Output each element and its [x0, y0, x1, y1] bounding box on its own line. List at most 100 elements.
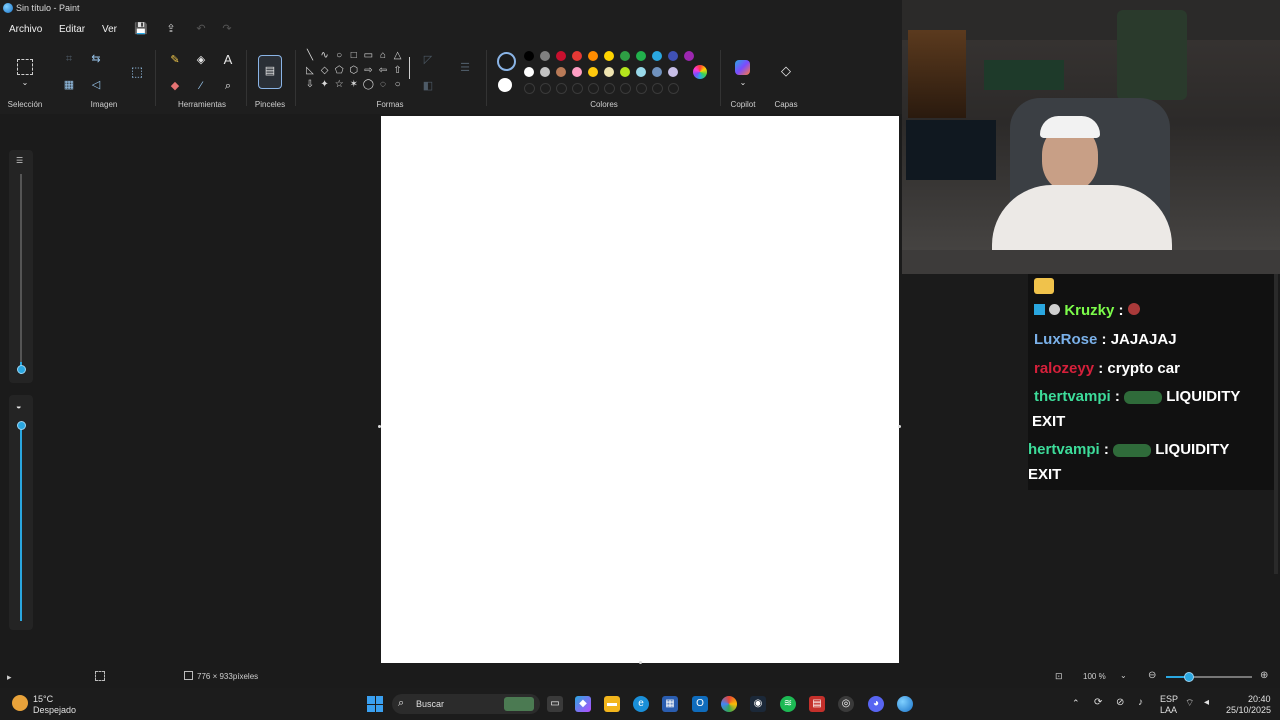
secondary-color-swatch[interactable]	[498, 78, 512, 92]
color-swatch[interactable]	[540, 51, 550, 61]
color-swatch[interactable]	[636, 51, 646, 61]
color-swatch[interactable]	[668, 67, 678, 77]
weather-icon[interactable]	[12, 695, 28, 711]
redo-icon[interactable]: ↷	[219, 21, 235, 37]
shape-option-icon[interactable]: ╲	[304, 50, 316, 62]
slider-thumb[interactable]	[17, 421, 26, 430]
color-swatch[interactable]	[604, 51, 614, 61]
layers-icon[interactable]: ◇	[778, 63, 794, 79]
color-swatch[interactable]	[652, 67, 662, 77]
chrome-icon[interactable]	[721, 696, 737, 712]
canvas-resize-handle-bottom[interactable]	[639, 661, 642, 664]
shape-option-icon[interactable]: ✶	[348, 79, 360, 91]
line-width-icon[interactable]: ☰	[457, 60, 473, 76]
shape-option-icon[interactable]: ▭	[362, 50, 374, 62]
crop-icon[interactable]: ⌗	[61, 51, 77, 67]
flip-icon[interactable]: ◁	[88, 77, 104, 93]
shape-option-icon[interactable]: ⇦	[377, 65, 389, 77]
canvas-resize-handle-left[interactable]	[378, 425, 381, 428]
menu-view[interactable]: Ver	[102, 24, 117, 35]
zoom-select[interactable]: 100 % ⌄	[1076, 668, 1136, 684]
custom-color-slot[interactable]	[556, 83, 567, 94]
custom-color-slot[interactable]	[668, 83, 679, 94]
zoom-slider-thumb[interactable]	[1183, 672, 1194, 682]
resize-icon[interactable]: ⇆	[88, 51, 104, 67]
custom-color-slot[interactable]	[572, 83, 583, 94]
color-swatch[interactable]	[524, 51, 534, 61]
color-swatch[interactable]	[572, 51, 582, 61]
custom-color-slot[interactable]	[588, 83, 599, 94]
color-picker-icon[interactable]: ⁄	[193, 78, 209, 94]
volume-icon[interactable]: ◂	[1204, 697, 1209, 708]
color-swatch[interactable]	[652, 51, 662, 61]
shape-option-icon[interactable]: △	[392, 50, 404, 62]
copilot-taskbar-icon[interactable]: ◆	[575, 696, 591, 712]
remove-background-icon[interactable]: ▦	[61, 77, 77, 93]
discord-icon[interactable]: ◕	[868, 696, 884, 712]
canvas-resize-handle-right[interactable]	[898, 425, 901, 428]
shape-option-icon[interactable]: ⌂	[377, 50, 389, 62]
task-view-icon[interactable]: ▭	[547, 696, 563, 712]
zoom-in-icon[interactable]: ⊕	[1260, 670, 1268, 681]
text-tool-icon[interactable]: A	[220, 52, 236, 68]
shape-option-icon[interactable]: ◇	[319, 65, 331, 77]
copilot-icon[interactable]	[735, 60, 750, 75]
zoom-slider[interactable]	[1166, 672, 1252, 682]
file-explorer-icon[interactable]: ▬	[604, 696, 620, 712]
undo-icon[interactable]: ↶	[193, 21, 209, 37]
menu-file[interactable]: Archivo	[9, 24, 42, 35]
opacity-slider[interactable]: ◒	[9, 395, 33, 630]
custom-color-slot[interactable]	[524, 83, 535, 94]
scrollbar[interactable]	[1274, 274, 1278, 574]
custom-color-slot[interactable]	[636, 83, 647, 94]
image-select-icon[interactable]: ⬚	[129, 64, 145, 80]
shape-option-icon[interactable]: ⬠	[333, 65, 345, 77]
brush-size-slider[interactable]: ☰	[9, 150, 33, 383]
edge-icon[interactable]: e	[633, 696, 649, 712]
spotify-icon[interactable]: ≋	[780, 696, 796, 712]
color-swatch[interactable]	[588, 51, 598, 61]
pencil-icon[interactable]: ✎	[167, 52, 183, 68]
shape-option-icon[interactable]: ☆	[333, 79, 345, 91]
custom-color-slot[interactable]	[540, 83, 551, 94]
menu-edit[interactable]: Editar	[59, 24, 85, 35]
paint-taskbar-icon[interactable]	[897, 696, 913, 712]
shape-fill-icon[interactable]: ◧	[420, 78, 436, 94]
primary-color-swatch[interactable]	[497, 52, 516, 71]
color-swatch[interactable]	[636, 67, 646, 77]
share-icon[interactable]: ⇪	[163, 21, 179, 37]
chevron-up-icon[interactable]: ⌃	[1072, 698, 1080, 709]
color-swatch[interactable]	[668, 51, 678, 61]
steam-icon[interactable]: ◉	[750, 696, 766, 712]
color-swatch[interactable]	[540, 67, 550, 77]
fit-to-window-icon[interactable]: ⊡	[1055, 671, 1063, 682]
color-swatch[interactable]	[556, 67, 566, 77]
shape-option-icon[interactable]: ○	[392, 79, 404, 91]
outlook-icon[interactable]: O	[692, 696, 708, 712]
color-swatch[interactable]	[572, 67, 582, 77]
shape-option-icon[interactable]: ◌	[377, 79, 389, 91]
shape-option-icon[interactable]: ⇩	[304, 79, 316, 91]
app-icon[interactable]: ▤	[809, 696, 825, 712]
shape-outline-icon[interactable]: ◸	[420, 52, 436, 68]
microphone-icon[interactable]: ♪	[1138, 697, 1143, 708]
drawing-canvas[interactable]	[381, 116, 899, 663]
clock-time[interactable]: 20:40	[1248, 694, 1271, 704]
slider-thumb[interactable]	[17, 365, 26, 374]
shapes-scroll-indicator[interactable]	[409, 57, 410, 79]
app-icon[interactable]: ◎	[838, 696, 854, 712]
language-code[interactable]: ESP	[1160, 694, 1178, 704]
color-swatch[interactable]	[620, 51, 630, 61]
color-swatch[interactable]	[684, 51, 694, 61]
color-swatch[interactable]	[604, 67, 614, 77]
shape-option-icon[interactable]: ⬡	[348, 65, 360, 77]
custom-color-slot[interactable]	[652, 83, 663, 94]
color-swatch[interactable]	[588, 67, 598, 77]
shape-option-icon[interactable]: ∿	[319, 50, 331, 62]
store-icon[interactable]: ▦	[662, 696, 678, 712]
shape-option-icon[interactable]: ◺	[304, 65, 316, 77]
fill-icon[interactable]: ◈	[193, 52, 209, 68]
selection-tool-icon[interactable]	[17, 59, 33, 75]
search-box[interactable]: ⌕ Buscar	[392, 694, 540, 714]
color-swatch[interactable]	[524, 67, 534, 77]
